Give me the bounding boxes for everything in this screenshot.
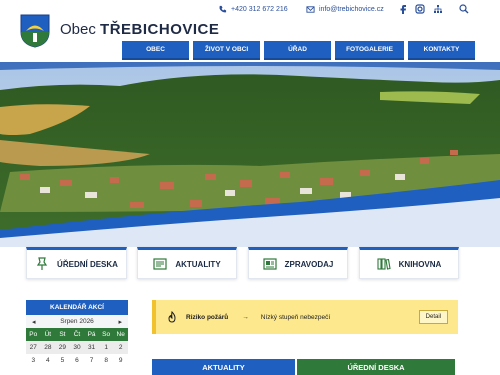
calendar-day[interactable]: 9 (113, 354, 128, 367)
site-title-name: TŘEBICHOVICE (100, 21, 220, 38)
calendar-month-bar: ◂ Srpen 2026 ▸ (26, 315, 128, 328)
email-contact[interactable]: info@trebichovice.cz (306, 5, 384, 14)
calendar-week-row: 27 28 29 30 31 1 2 (26, 341, 128, 354)
tile-label: ZPRAVODAJ (284, 259, 334, 269)
tab-label: ÚŘEDNÍ DESKA (347, 362, 405, 372)
calendar-day[interactable]: 3 (26, 354, 41, 367)
mail-icon (306, 6, 315, 13)
calendar-day[interactable]: 29 (55, 341, 70, 354)
phone-contact[interactable]: +420 312 672 216 (218, 5, 288, 14)
tab-aktuality[interactable]: AKTUALITY (152, 359, 295, 375)
nav-item-fotogalerie[interactable]: FOTOGALERIE (335, 41, 404, 60)
calendar-month-label: Srpen 2026 (60, 318, 94, 325)
tile-uredni-deska[interactable]: ÚŘEDNÍ DESKA (26, 247, 127, 279)
calendar-day[interactable]: 30 (69, 341, 85, 354)
municipal-coat-of-arms-logo[interactable] (20, 14, 50, 48)
tile-aktuality[interactable]: AKTUALITY (137, 247, 237, 279)
prev-month-arrow-icon[interactable]: ◂ (32, 318, 36, 326)
nav-item-urad[interactable]: ÚŘAD (264, 41, 331, 60)
event-calendar: KALENDÁŘ AKCÍ ◂ Srpen 2026 ▸ Po Út St Čt… (26, 300, 128, 375)
calendar-day[interactable]: 7 (84, 354, 99, 367)
weekday-label: Čt (69, 328, 85, 341)
calendar-day[interactable]: 1 (98, 341, 114, 354)
calendar-week-row: 3 4 5 6 7 8 9 (26, 354, 128, 367)
phone-icon (219, 5, 227, 13)
news-icon (153, 258, 167, 270)
weekday-label: So (98, 328, 114, 341)
nav-label: KONTAKTY (423, 46, 460, 53)
tile-zpravodaj[interactable]: ZPRAVODAJ (248, 247, 348, 279)
instagram-icon[interactable] (415, 4, 425, 14)
calendar-title: KALENDÁŘ AKCÍ (26, 300, 128, 315)
calendar-weekday-header: Po Út St Čt Pá So Ne (26, 328, 128, 341)
weekday-label: Ne (113, 328, 128, 341)
calendar-day[interactable]: 27 (26, 341, 41, 354)
books-icon (377, 258, 391, 270)
calendar-day[interactable]: 31 (84, 341, 99, 354)
nav-item-obec[interactable]: OBEC (122, 41, 189, 60)
next-month-arrow-icon[interactable]: ▸ (118, 318, 122, 326)
newspaper-icon (263, 258, 277, 270)
tile-label: KNIHOVNA (398, 259, 442, 269)
tile-label: ÚŘEDNÍ DESKA (57, 259, 118, 269)
fire-risk-label: Riziko požárů (186, 313, 229, 321)
nav-label: ŽIVOT V OBCI (204, 46, 249, 53)
nav-item-zivot-v-obci[interactable]: ŽIVOT V OBCI (193, 41, 260, 60)
weekday-label: Po (26, 328, 41, 341)
flame-icon (168, 311, 176, 323)
calendar-day[interactable]: 4 (40, 354, 56, 367)
nav-item-kontakty[interactable]: KONTAKTY (408, 41, 475, 60)
calendar-day[interactable]: 28 (40, 341, 56, 354)
sitemap-icon[interactable] (433, 4, 443, 14)
tile-label: AKTUALITY (175, 259, 221, 269)
weekday-label: St (55, 328, 70, 341)
site-title[interactable]: Obec TŘEBICHOVICE (60, 21, 219, 38)
tab-uredni-deska[interactable]: ÚŘEDNÍ DESKA (297, 359, 455, 375)
calendar-day[interactable]: 2 (113, 341, 128, 354)
fire-risk-level: Nízký stupeň nebezpečí (260, 313, 331, 321)
facebook-icon[interactable] (398, 4, 408, 14)
tile-knihovna[interactable]: KNIHOVNA (359, 247, 459, 279)
phone-number: +420 312 672 216 (231, 6, 288, 13)
calendar-day[interactable]: 8 (98, 354, 114, 367)
arrow-right-icon: → (242, 313, 249, 321)
calendar-day[interactable]: 6 (69, 354, 85, 367)
weekday-label: Út (40, 328, 56, 341)
search-icon[interactable] (459, 4, 469, 14)
hero-aerial-photo (0, 62, 500, 247)
pin-icon (36, 257, 48, 270)
nav-label: OBEC (146, 46, 165, 53)
calendar-day[interactable]: 5 (55, 354, 70, 367)
nav-label: FOTOGALERIE (346, 46, 393, 53)
fire-detail-button[interactable]: Detail (418, 310, 448, 324)
weekday-label: Pá (84, 328, 99, 341)
nav-label: ÚŘAD (288, 46, 307, 53)
email-address: info@trebichovice.cz (319, 6, 384, 13)
fire-risk-banner: Riziko požárů → Nízký stupeň nebezpečí D… (152, 300, 458, 334)
tab-label: AKTUALITY (202, 362, 245, 372)
site-title-prefix: Obec (60, 21, 96, 38)
